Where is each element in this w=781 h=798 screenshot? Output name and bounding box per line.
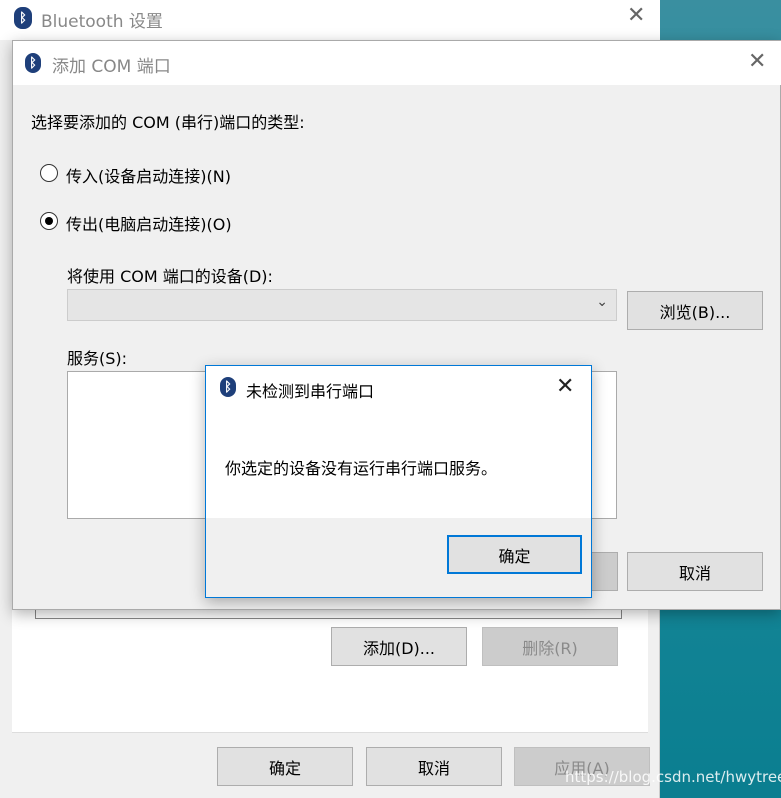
content-panel bbox=[12, 600, 648, 733]
outgoing-radio[interactable] bbox=[40, 212, 58, 230]
cancel-button[interactable]: 取消 bbox=[627, 552, 763, 591]
message-body: ᛒ 未检测到串行端口 ✕ 你选定的设备没有运行串行端口服务。 bbox=[206, 366, 591, 518]
bluetooth-icon: ᛒ bbox=[25, 53, 41, 73]
cancel-button[interactable]: 取消 bbox=[366, 747, 502, 786]
bluetooth-icon: ᛒ bbox=[14, 7, 32, 29]
incoming-label[interactable]: 传入(设备启动连接)(N) bbox=[66, 163, 231, 187]
device-dropdown[interactable]: ⌄ bbox=[67, 289, 617, 321]
title-bar: ᛒ 添加 COM 端口 ✕ bbox=[13, 41, 781, 85]
message-title: 未检测到串行端口 bbox=[246, 382, 375, 401]
window-title: Bluetooth 设置 bbox=[41, 12, 163, 32]
close-icon[interactable]: ✕ bbox=[748, 49, 766, 74]
message-box: ᛒ 未检测到串行端口 ✕ 你选定的设备没有运行串行端口服务。 确定 bbox=[205, 365, 592, 598]
watermark: https://blog.csdn.net/hwytree bbox=[565, 768, 781, 786]
prompt-label: 选择要添加的 COM (串行)端口的类型: bbox=[31, 113, 305, 132]
remove-button[interactable]: 删除(R) bbox=[482, 627, 618, 666]
incoming-radio[interactable] bbox=[40, 164, 58, 182]
services-label: 服务(S): bbox=[67, 349, 128, 368]
device-label: 将使用 COM 端口的设备(D): bbox=[67, 267, 273, 286]
dialog-title: 添加 COM 端口 bbox=[52, 57, 171, 77]
message-text: 你选定的设备没有运行串行端口服务。 bbox=[225, 459, 498, 478]
ok-button[interactable]: 确定 bbox=[447, 535, 582, 574]
close-icon[interactable]: ✕ bbox=[556, 374, 574, 399]
close-icon[interactable]: ✕ bbox=[627, 3, 645, 28]
add-button[interactable]: 添加(D)... bbox=[331, 627, 467, 666]
ok-button[interactable]: 确定 bbox=[217, 747, 353, 786]
browse-button[interactable]: 浏览(B)... bbox=[627, 291, 763, 330]
outgoing-label[interactable]: 传出(电脑启动连接)(O) bbox=[66, 211, 232, 235]
title-bar: ᛒ Bluetooth 设置 ✕ bbox=[0, 0, 660, 40]
chevron-down-icon: ⌄ bbox=[596, 294, 608, 310]
bluetooth-icon: ᛒ bbox=[220, 377, 236, 397]
